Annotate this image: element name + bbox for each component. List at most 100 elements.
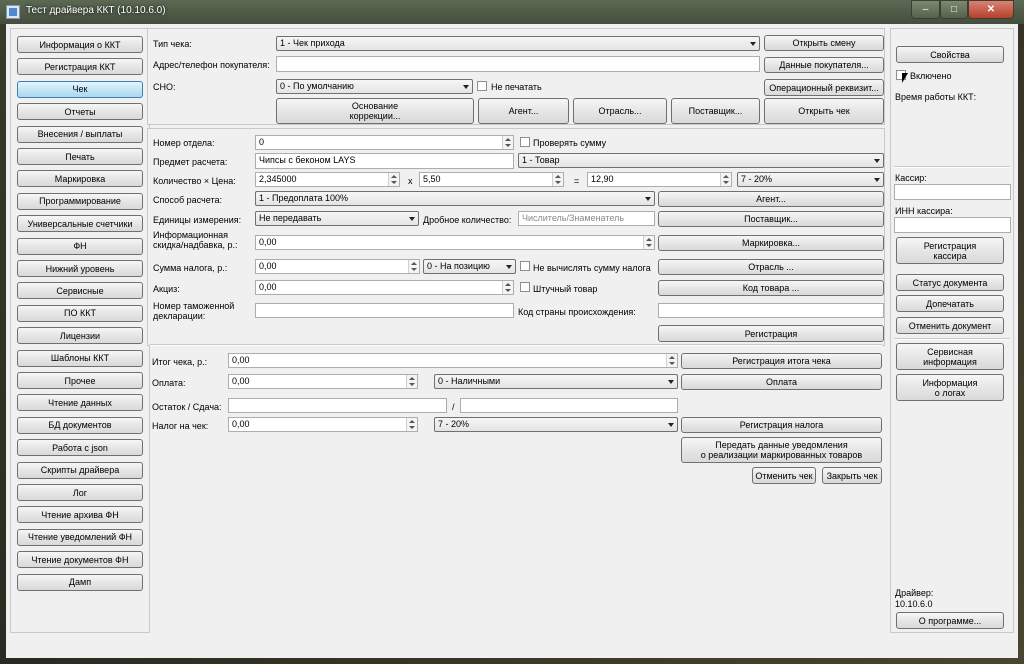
- sidebar-item-service[interactable]: Сервисные: [17, 282, 143, 300]
- excise-input[interactable]: 0,00: [255, 280, 514, 295]
- sidebar-item-read-fn-documents[interactable]: Чтение документов ФН: [17, 551, 143, 569]
- sidebar-item-fn[interactable]: ФН: [17, 237, 143, 255]
- close-button[interactable]: ✕: [968, 0, 1014, 19]
- change-input[interactable]: [460, 398, 678, 413]
- sidebar-item-marking[interactable]: Маркировка: [17, 170, 143, 188]
- piece-goods-checkbox[interactable]: [520, 282, 530, 292]
- service-info-button[interactable]: Сервисная информация: [896, 343, 1004, 370]
- method-label: Способ расчета:: [153, 195, 222, 205]
- fraction-input[interactable]: Числитель/Знаменатель: [518, 211, 655, 226]
- sidebar-item-driver-scripts[interactable]: Скрипты драйвера: [17, 461, 143, 479]
- receipt-total-input[interactable]: 0,00: [228, 353, 678, 368]
- operational-requisite-button[interactable]: Операционный реквизит...: [764, 79, 884, 96]
- sidebar-item-kkt-templates[interactable]: Шаблоны ККТ: [17, 349, 143, 367]
- sidebar-item-read-fn-notifications[interactable]: Чтение уведомлений ФН: [17, 528, 143, 546]
- sidebar-item-read-fn-archive[interactable]: Чтение архива ФН: [17, 506, 143, 524]
- cashier-label: Кассир:: [895, 173, 927, 183]
- item-name-input[interactable]: Чипсы с беконом LAYS: [255, 153, 514, 169]
- sidebar-item-cash-in-out[interactable]: Внесения / выплаты: [17, 125, 143, 143]
- sno-combo[interactable]: 0 - По умолчанию: [276, 79, 473, 94]
- client-area: Информация о ККТ Регистрация ККТ Чек Отчеты…: [6, 24, 1018, 658]
- position-total-input[interactable]: 12,90: [587, 172, 732, 187]
- document-status-button[interactable]: Статус документа: [896, 274, 1004, 291]
- cashier-input[interactable]: [894, 184, 1011, 200]
- sidebar-item-read-data[interactable]: Чтение данных: [17, 394, 143, 412]
- sidebar-item-print[interactable]: Печать: [17, 148, 143, 165]
- receipt-tax-combo[interactable]: 7 - 20%: [434, 417, 678, 432]
- item-label: Предмет расчета:: [153, 157, 228, 167]
- reprint-button[interactable]: Допечатать: [896, 295, 1004, 312]
- register-total-button[interactable]: Регистрация итога чека: [681, 353, 882, 369]
- sidebar-item-json[interactable]: Работа с json: [17, 439, 143, 457]
- receipt-total-label: Итог чека, р.:: [152, 357, 208, 367]
- close-receipt-button[interactable]: Закрыть чек: [822, 467, 882, 484]
- sidebar-item-reports[interactable]: Отчеты: [17, 103, 143, 121]
- position-panel: Номер отдела: 0 Проверять сумму Предмет …: [147, 128, 885, 346]
- receipt-supplier-button[interactable]: Поставщик...: [671, 98, 760, 124]
- title-bar[interactable]: Тест драйвера ККТ (10.10.6.0) – □ ✕: [0, 0, 1024, 24]
- open-receipt-button[interactable]: Открыть чек: [764, 98, 884, 124]
- totals-separator: [150, 344, 882, 346]
- sidebar-item-licenses[interactable]: Лицензии: [17, 327, 143, 345]
- remainder-input[interactable]: [228, 398, 447, 413]
- sidebar-item-register-kkt[interactable]: Регистрация ККТ: [17, 58, 143, 76]
- payment-type-combo[interactable]: 0 - Наличными: [434, 374, 678, 389]
- sidebar-item-log[interactable]: Лог: [17, 484, 143, 501]
- correction-basis-button[interactable]: Основание коррекции...: [276, 98, 474, 124]
- marking-button[interactable]: Маркировка...: [658, 235, 884, 251]
- log-info-button[interactable]: Информация о логах: [896, 374, 1004, 401]
- origin-country-input[interactable]: [658, 303, 884, 318]
- payment-button[interactable]: Оплата: [681, 374, 882, 390]
- register-tax-button[interactable]: Регистрация налога: [681, 417, 882, 433]
- sidebar-item-kkt-software[interactable]: ПО ККТ: [17, 304, 143, 322]
- item-code-button[interactable]: Код товара ...: [658, 280, 884, 296]
- payment-input[interactable]: 0,00: [228, 374, 418, 389]
- buyer-address-input[interactable]: [276, 56, 760, 72]
- tax-sum-input[interactable]: 0,00: [255, 259, 420, 274]
- sidebar-item-low-level[interactable]: Нижний уровень: [17, 260, 143, 277]
- buyer-data-button[interactable]: Данные покупателя...: [764, 57, 884, 73]
- inn-input[interactable]: [894, 217, 1011, 233]
- price-input[interactable]: 5,50: [419, 172, 564, 187]
- sidebar-item-other[interactable]: Прочее: [17, 372, 143, 389]
- no-calc-tax-checkbox[interactable]: [520, 261, 530, 271]
- dept-input[interactable]: 0: [255, 135, 514, 150]
- discount-input[interactable]: 0,00: [255, 235, 655, 250]
- cancel-document-button[interactable]: Отменить документ: [896, 317, 1004, 334]
- receipt-type-combo[interactable]: 1 - Чек прихода: [276, 36, 760, 51]
- unit-combo[interactable]: Не передавать: [255, 211, 419, 226]
- cancel-receipt-button[interactable]: Отменить чек: [752, 467, 816, 484]
- equals-sign: =: [574, 176, 580, 186]
- receipt-tax-input[interactable]: 0,00: [228, 417, 418, 432]
- sidebar-item-universal-counters[interactable]: Универсальные счетчики: [17, 215, 143, 233]
- sidebar-item-documents-db[interactable]: БД документов: [17, 416, 143, 434]
- tax-mode-combo[interactable]: 0 - На позицию: [423, 259, 516, 274]
- sidebar-item-dump[interactable]: Дамп: [17, 573, 143, 591]
- customs-label: Номер таможенной декларации:: [153, 301, 235, 321]
- app-icon: [6, 5, 20, 19]
- receipt-agent-button[interactable]: Агент...: [478, 98, 569, 124]
- position-industry-button[interactable]: Отрасль ...: [658, 259, 884, 275]
- check-sum-checkbox[interactable]: [520, 137, 530, 147]
- register-position-button[interactable]: Регистрация: [658, 325, 884, 342]
- position-agent-button[interactable]: Агент...: [658, 191, 884, 207]
- quantity-input[interactable]: 2,345000: [255, 172, 400, 187]
- about-button[interactable]: О программе...: [896, 612, 1004, 629]
- maximize-button[interactable]: □: [940, 0, 968, 19]
- item-type-combo[interactable]: 1 - Товар: [518, 153, 884, 168]
- open-shift-button[interactable]: Открыть смену: [764, 35, 884, 51]
- no-print-checkbox[interactable]: [477, 81, 487, 91]
- position-tax-combo[interactable]: 7 - 20%: [737, 172, 884, 187]
- payment-method-combo[interactable]: 1 - Предоплата 100%: [255, 191, 655, 206]
- position-supplier-button[interactable]: Поставщик...: [658, 211, 884, 227]
- app-window: Тест драйвера ККТ (10.10.6.0) – □ ✕ Инфо…: [0, 0, 1024, 664]
- minimize-button[interactable]: –: [911, 0, 940, 19]
- sidebar-item-info-kkt[interactable]: Информация о ККТ: [17, 36, 143, 53]
- properties-button[interactable]: Свойства: [896, 46, 1004, 63]
- register-cashier-button[interactable]: Регистрация кассира: [896, 237, 1004, 264]
- sidebar-item-receipt[interactable]: Чек: [17, 80, 143, 98]
- receipt-industry-button[interactable]: Отрасль...: [573, 98, 667, 124]
- sidebar-item-programming[interactable]: Программирование: [17, 192, 143, 210]
- marking-notification-button[interactable]: Передать данные уведомления о реализации…: [681, 437, 882, 463]
- customs-input[interactable]: [255, 303, 514, 318]
